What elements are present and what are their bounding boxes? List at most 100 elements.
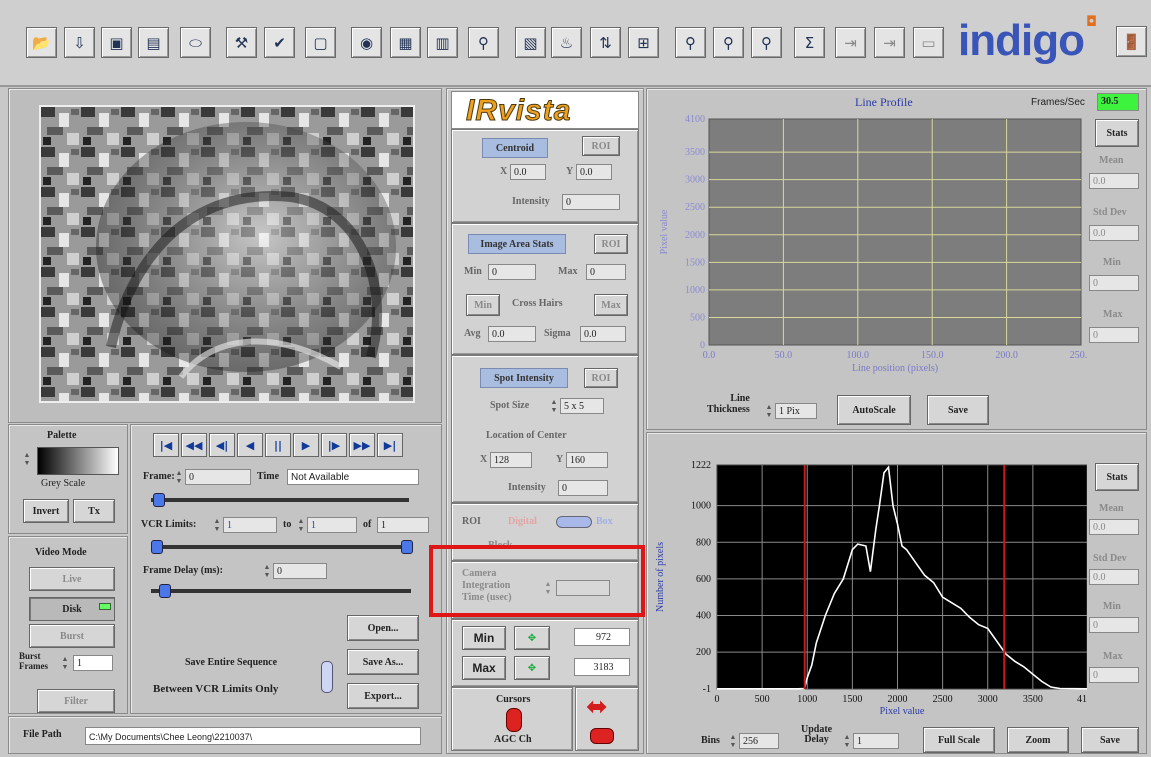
tx-button[interactable]: Tx xyxy=(73,499,115,523)
hist-stats-button[interactable]: Stats xyxy=(1095,463,1139,491)
fire-icon[interactable]: ♨ xyxy=(551,27,582,58)
save-disk-icon[interactable]: ▤ xyxy=(138,27,169,58)
agc-min-label[interactable]: Min xyxy=(462,626,506,650)
centroid-roi-button[interactable]: ROI xyxy=(582,136,620,156)
agc-max-cursor-icon[interactable]: ✥ xyxy=(514,656,550,680)
lp-stats-button[interactable]: Stats xyxy=(1095,119,1139,147)
line-profile-chart[interactable]: 0.0 50.0 100.0 150.0 200.0 250.0 0 500 1000 1500 2… xyxy=(647,107,1087,407)
burst-frames-spinner[interactable]: ▲ ▼ xyxy=(61,655,69,671)
hist-save-button[interactable]: Save xyxy=(1081,727,1139,753)
grid-icon[interactable]: ▦ xyxy=(390,27,421,58)
histogram-chart[interactable]: 0 500 1000 1500 2000 2500 3000 3500 4100 -1 200 400… xyxy=(647,437,1087,723)
pause-icon[interactable]: || xyxy=(265,433,291,457)
burst-button[interactable]: Burst xyxy=(29,624,115,648)
toggle-a-icon[interactable]: ⇥ xyxy=(835,27,866,58)
compare-icon[interactable]: ⇅ xyxy=(590,27,621,58)
vcr-to-spinner[interactable]: ▲ ▼ xyxy=(297,517,305,533)
update-delay-spinner[interactable]: ▲ ▼ xyxy=(843,733,851,749)
spot-size-field[interactable]: 5 x 5 xyxy=(560,398,604,414)
open-button[interactable]: Open... xyxy=(347,615,419,641)
image-frame-icon[interactable]: ◉ xyxy=(351,27,382,58)
bins-spinner[interactable]: ▲ ▼ xyxy=(729,733,737,749)
save-sequence-toggle[interactable] xyxy=(321,661,333,693)
frame-spinner[interactable]: ▲ ▼ xyxy=(175,469,183,485)
frame-input[interactable]: 0 xyxy=(185,469,251,485)
thermal-image[interactable] xyxy=(39,105,415,403)
update-delay-field[interactable]: 1 xyxy=(853,733,899,749)
vcr-to-input[interactable]: 1 xyxy=(307,517,357,533)
vcr-limits-slider[interactable] xyxy=(151,540,413,554)
settings-window-icon[interactable]: ⊞ xyxy=(628,27,659,58)
agc-min-value[interactable]: 972 xyxy=(574,628,630,646)
zoom-x2-icon[interactable]: ⚲ xyxy=(751,27,782,58)
full-scale-button[interactable]: Full Scale xyxy=(923,727,995,753)
filter-button[interactable]: Filter xyxy=(37,689,115,713)
load-file-icon[interactable]: ⇩ xyxy=(64,27,95,58)
sum-icon[interactable]: Σ xyxy=(794,27,825,58)
frame-slider[interactable] xyxy=(151,493,409,507)
bins-field[interactable]: 256 xyxy=(739,733,779,749)
autoscale-button[interactable]: AutoScale xyxy=(837,395,911,425)
burst-frames-input[interactable]: 1 xyxy=(73,655,113,671)
horizontal-arrows-icon[interactable]: ⬌ xyxy=(586,694,608,720)
document-icon[interactable]: ▢ xyxy=(305,27,336,58)
file-path-field[interactable]: C:\My Documents\Chee Leong\2210037\ xyxy=(85,727,421,745)
open-folder-icon[interactable]: 📂 xyxy=(26,27,57,58)
spot-intensity-button[interactable]: Spot Intensity xyxy=(480,368,568,388)
live-button[interactable]: Live xyxy=(29,567,115,591)
tools-icon[interactable]: ⚒ xyxy=(226,27,257,58)
fast-rewind-icon[interactable]: ◀◀ xyxy=(181,433,207,457)
exit-icon[interactable]: 🚪 xyxy=(1116,26,1147,57)
play-icon[interactable]: ▶ xyxy=(293,433,319,457)
vcr-from-spinner[interactable]: ▲ ▼ xyxy=(213,517,221,533)
play-reverse-icon[interactable]: ◀ xyxy=(237,433,263,457)
frame-delay-knob[interactable] xyxy=(159,584,171,598)
vcr-low-knob[interactable] xyxy=(151,540,163,554)
save-as-button[interactable]: Save As... xyxy=(347,649,419,675)
roi-option-box[interactable]: Box xyxy=(596,516,613,527)
roi-option-digital[interactable]: Digital xyxy=(508,516,537,527)
step-forward-icon[interactable]: |▶ xyxy=(321,433,347,457)
palette-spinner[interactable]: ▲ ▼ xyxy=(23,451,31,467)
vcr-from-input[interactable]: 1 xyxy=(223,517,277,533)
agc-max-label[interactable]: Max xyxy=(462,656,506,680)
cross-min-button[interactable]: Min xyxy=(466,294,500,316)
spot-size-spinner[interactable]: ▲ ▼ xyxy=(550,398,558,414)
centroid-button[interactable]: Centroid xyxy=(482,138,548,158)
last-frame-icon[interactable]: ▶| xyxy=(377,433,403,457)
save-settings-icon[interactable]: ▥ xyxy=(427,27,458,58)
cursors-toggle[interactable] xyxy=(506,708,522,732)
frame-delay-spinner[interactable]: ▲ ▼ xyxy=(263,563,271,579)
line-thickness-spinner[interactable]: ▲ ▼ xyxy=(765,403,773,419)
cross-max-button[interactable]: Max xyxy=(594,294,628,316)
invert-button[interactable]: Invert xyxy=(23,499,69,523)
frame-slider-knob[interactable] xyxy=(153,493,165,507)
chart-icon[interactable]: ⚲ xyxy=(468,27,499,58)
toggle-b-icon[interactable]: ⇥ xyxy=(874,27,905,58)
notepad-icon[interactable]: ▭ xyxy=(913,27,944,58)
eraser-icon[interactable]: ⬭ xyxy=(180,27,211,58)
zoom-in-icon[interactable]: ⚲ xyxy=(675,27,706,58)
export-button[interactable]: Export... xyxy=(347,683,419,709)
image-area-roi-button[interactable]: ROI xyxy=(594,234,628,254)
agc-min-cursor-icon[interactable]: ✥ xyxy=(514,626,550,650)
zoom-out-icon[interactable]: ⚲ xyxy=(713,27,744,58)
fast-forward-icon[interactable]: ▶▶ xyxy=(349,433,375,457)
lp-save-button[interactable]: Save xyxy=(927,395,989,425)
centroid-y-field: 0.0 xyxy=(576,164,612,180)
save-icon[interactable]: ▣ xyxy=(101,27,132,58)
first-frame-icon[interactable]: |◀ xyxy=(153,433,179,457)
image-area-stats-button[interactable]: Image Area Stats xyxy=(468,234,566,254)
line-thickness-field[interactable]: 1 Pix xyxy=(775,403,817,419)
cursor-selector-icon[interactable] xyxy=(590,728,614,744)
agc-max-value[interactable]: 3183 xyxy=(574,658,630,676)
vcr-high-knob[interactable] xyxy=(401,540,413,554)
step-back-icon[interactable]: ◀| xyxy=(209,433,235,457)
frame-delay-input[interactable]: 0 xyxy=(273,563,327,579)
frame-delay-slider[interactable] xyxy=(151,584,411,598)
check-document-icon[interactable]: ✔ xyxy=(264,27,295,58)
zoom-button[interactable]: Zoom xyxy=(1007,727,1069,753)
window-icon[interactable]: ▧ xyxy=(515,27,546,58)
spot-roi-button[interactable]: ROI xyxy=(584,368,618,388)
roi-toggle-switch[interactable] xyxy=(556,516,592,528)
